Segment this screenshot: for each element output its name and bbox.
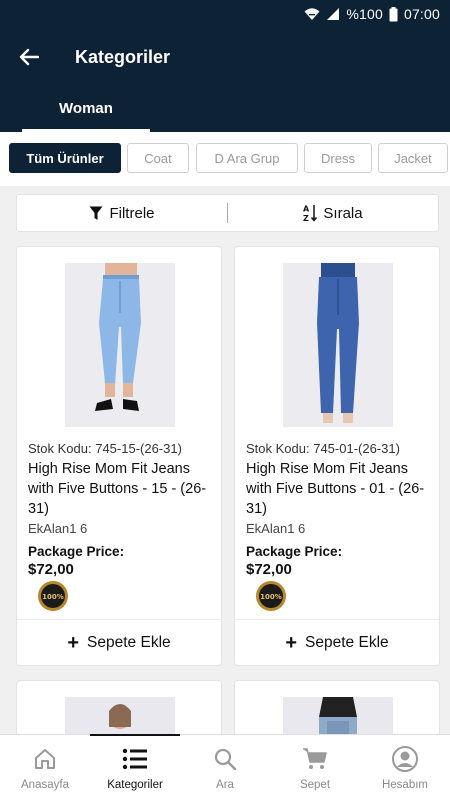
chip-jacket[interactable]: Jacket — [378, 143, 448, 173]
jeans-photo — [65, 263, 175, 427]
product-image[interactable] — [283, 263, 393, 427]
nav-categories[interactable]: Kategoriler — [90, 735, 180, 800]
tab-label: Woman — [59, 100, 113, 117]
chip-dress[interactable]: Dress — [304, 143, 372, 173]
product-card[interactable]: Stok Kodu: 745-15-(26-31) High Rise Mom … — [16, 246, 222, 666]
add-to-cart-button[interactable]: + Sepete Ekle — [17, 619, 221, 665]
chip-coat[interactable]: Coat — [127, 143, 189, 173]
package-price-label: Package Price: — [246, 544, 343, 559]
back-button[interactable] — [14, 42, 44, 72]
quality-badge-icon: 100% — [256, 581, 286, 611]
svg-text:100%: 100% — [42, 593, 64, 601]
add-to-cart-button[interactable]: + Sepete Ekle — [235, 619, 439, 665]
status-bar: %100 07:00 — [304, 4, 440, 24]
stock-code: Stok Kodu: 745-15-(26-31) — [28, 441, 182, 456]
sort-label: Sırala — [323, 204, 363, 222]
account-icon — [392, 746, 418, 772]
bottom-nav: Anasayfa Kategoriler Ara Sepet Hesabım — [0, 734, 450, 800]
nav-label: Anasayfa — [21, 779, 69, 791]
plus-icon: + — [285, 631, 298, 654]
extra-field: EkAlan1 6 — [246, 521, 306, 536]
nav-label: Hesabım — [381, 779, 429, 791]
nav-account[interactable]: Hesabım — [360, 735, 450, 800]
battery-icon — [389, 6, 398, 21]
filter-label: Filtrele — [109, 204, 155, 222]
extra-field: EkAlan1 6 — [28, 521, 88, 536]
product-price: $72,00 — [28, 561, 74, 578]
product-name[interactable]: High Rise Mom Fit Jeans with Five Button… — [28, 459, 213, 519]
product-image[interactable] — [65, 263, 175, 427]
filter-sort-bar: Filtrele A Z Sırala — [16, 194, 439, 232]
chip-tum-urunler[interactable]: Tüm Ürünler — [9, 143, 121, 173]
chip-d-ara-grup[interactable]: D Ara Grup — [196, 143, 298, 173]
home-icon — [35, 749, 55, 769]
signal-icon — [327, 8, 340, 20]
add-to-cart-label: Sepete Ekle — [87, 633, 171, 651]
product-info: Stok Kodu: 745-01-(26-31) High Rise Mom … — [246, 441, 431, 578]
nav-label: Sepet — [299, 779, 331, 791]
product-info: Stok Kodu: 745-15-(26-31) High Rise Mom … — [28, 441, 213, 578]
nav-cart[interactable]: Sepet — [270, 735, 360, 800]
filter-button[interactable]: Filtrele — [17, 195, 227, 231]
product-price: $72,00 — [246, 561, 292, 578]
svg-text:100%: 100% — [260, 593, 282, 601]
cart-icon — [303, 748, 327, 769]
nav-label: Kategoriler — [107, 779, 163, 791]
plus-icon: + — [67, 631, 80, 654]
stock-code: Stok Kodu: 745-01-(26-31) — [246, 441, 400, 456]
sort-button[interactable]: A Z Sırala — [228, 195, 438, 231]
sort-az-icon: A Z — [303, 205, 318, 222]
svg-text:A: A — [303, 205, 310, 214]
jeans-photo — [283, 263, 393, 427]
nav-search[interactable]: Ara — [180, 735, 270, 800]
product-name[interactable]: High Rise Mom Fit Jeans with Five Button… — [246, 459, 431, 519]
filter-icon — [89, 206, 103, 220]
nav-label: Ara — [216, 779, 234, 791]
app-header: %100 07:00 Kategoriler Woman — [0, 0, 450, 132]
tab-woman[interactable]: Woman — [22, 94, 150, 132]
search-icon — [214, 748, 237, 771]
category-chips: Tüm Ürünler Coat D Ara Grup Dress Jacket — [0, 132, 450, 186]
nav-home[interactable]: Anasayfa — [0, 735, 90, 800]
svg-text:Z: Z — [303, 214, 309, 222]
list-icon — [122, 748, 147, 770]
arrow-left-icon — [19, 48, 39, 66]
clock: 07:00 — [403, 6, 440, 22]
package-price-label: Package Price: — [28, 544, 125, 559]
quality-badge-icon: 100% — [38, 581, 68, 611]
battery-percent: %100 — [346, 6, 383, 22]
add-to-cart-label: Sepete Ekle — [305, 633, 389, 651]
page-title: Kategoriler — [75, 47, 171, 67]
product-card[interactable]: Stok Kodu: 745-01-(26-31) High Rise Mom … — [234, 246, 440, 666]
wifi-icon — [304, 8, 320, 20]
